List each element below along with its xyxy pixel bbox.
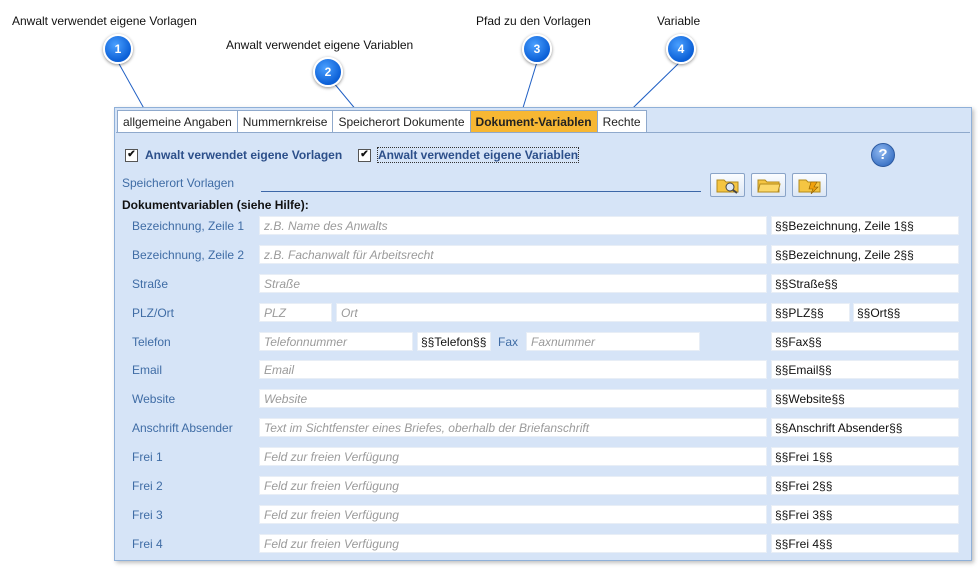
email-input[interactable]: Email [259, 360, 767, 379]
own-variables-label: Anwalt verwendet eigene Variablen [376, 147, 580, 163]
frei1-variable: §§Frei 1§§ [771, 447, 959, 466]
plzort-label: PLZ/Ort [132, 306, 175, 320]
folder-search-icon [716, 179, 738, 194]
tab-speicherort-dokumente[interactable]: Speicherort Dokumente [332, 110, 471, 133]
telefon-input[interactable]: Telefonnummer [259, 332, 413, 351]
tab-rechte[interactable]: Rechte [596, 110, 647, 133]
telefon-label: Telefon [132, 335, 171, 349]
fax-input[interactable]: Faxnummer [526, 332, 700, 351]
help-icon[interactable]: ? [871, 143, 895, 167]
own-variables-checkbox[interactable]: ✔ Anwalt verwendet eigene Variablen [358, 147, 580, 163]
tab-dokument-variablen[interactable]: Dokument-Variablen [469, 110, 598, 133]
frei4-input[interactable]: Feld zur freien Verfügung [259, 534, 767, 553]
new-folder-button[interactable] [792, 173, 827, 197]
template-path-label: Speicherort Vorlagen [122, 176, 235, 190]
callout-badge-1: 1 [103, 34, 133, 64]
open-folder-button[interactable] [751, 173, 786, 197]
callout-label-1: Anwalt verwendet eigene Vorlagen [12, 14, 197, 28]
fax-label: Fax [498, 335, 519, 349]
bez1-input[interactable]: z.B. Name des Anwalts [259, 216, 767, 235]
own-templates-label: Anwalt verwendet eigene Vorlagen [145, 148, 343, 162]
browse-folder-button[interactable] [710, 173, 745, 197]
bez2-label: Bezeichnung, Zeile 2 [132, 248, 245, 262]
callout-badge-2: 2 [313, 57, 343, 87]
ort-variable: §§Ort§§ [853, 303, 959, 322]
frei1-label: Frei 1 [132, 450, 163, 464]
anschrift-variable: §§Anschrift Absender§§ [771, 418, 959, 437]
strasse-input[interactable]: Straße [259, 274, 767, 293]
callout-label-4: Variable [657, 14, 701, 28]
plz-variable: §§PLZ§§ [771, 303, 850, 322]
folder-new-icon [798, 179, 820, 194]
own-templates-checkbox[interactable]: ✔ Anwalt verwendet eigene Vorlagen [125, 148, 342, 162]
telefon-variable: §§Telefon§§ [417, 332, 491, 351]
strasse-variable: §§Straße§§ [771, 274, 959, 293]
anschrift-input[interactable]: Text im Sichtfenster eines Briefes, ober… [259, 418, 767, 437]
email-variable: §§Email§§ [771, 360, 959, 379]
folder-open-icon [756, 179, 781, 193]
frei4-variable: §§Frei 4§§ [771, 534, 959, 553]
callout-label-2: Anwalt verwendet eigene Variablen [226, 38, 414, 52]
bez1-label: Bezeichnung, Zeile 1 [132, 219, 245, 233]
callout-badge-3: 3 [522, 34, 552, 64]
frei2-variable: §§Frei 2§§ [771, 476, 959, 495]
strasse-label: Straße [132, 277, 169, 291]
template-path-input[interactable] [261, 176, 701, 192]
bez1-variable: §§Bezeichnung, Zeile 1§§ [771, 216, 959, 235]
frei3-variable: §§Frei 3§§ [771, 505, 959, 524]
callout-badge-4: 4 [666, 34, 696, 64]
email-label: Email [132, 363, 163, 377]
fax-variable: §§Fax§§ [771, 332, 959, 351]
ort-input[interactable]: Ort [336, 303, 767, 322]
website-label: Website [132, 392, 176, 406]
section-title: Dokumentvariablen (siehe Hilfe): [122, 198, 309, 212]
anschrift-label: Anschrift Absender [132, 421, 233, 435]
website-input[interactable]: Website [259, 389, 767, 408]
tab-content: ✔ Anwalt verwendet eigene Vorlagen ✔ Anw… [116, 132, 970, 559]
frei1-input[interactable]: Feld zur freien Verfügung [259, 447, 767, 466]
settings-panel: allgemeine Angaben Nummernkreise Speiche… [114, 107, 972, 561]
frei3-input[interactable]: Feld zur freien Verfügung [259, 505, 767, 524]
callout-label-3: Pfad zu den Vorlagen [476, 14, 591, 28]
tab-nummernkreise[interactable]: Nummernkreise [236, 110, 334, 133]
checkbox-checked-icon: ✔ [358, 148, 371, 162]
frei4-label: Frei 4 [132, 537, 163, 551]
checkbox-checked-icon: ✔ [125, 148, 138, 162]
frei2-input[interactable]: Feld zur freien Verfügung [259, 476, 767, 495]
tab-bar: allgemeine Angaben Nummernkreise Speiche… [117, 110, 647, 134]
frei2-label: Frei 2 [132, 479, 163, 493]
plz-input[interactable]: PLZ [259, 303, 332, 322]
website-variable: §§Website§§ [771, 389, 959, 408]
tab-allgemeine-angaben[interactable]: allgemeine Angaben [117, 110, 238, 133]
bez2-variable: §§Bezeichnung, Zeile 2§§ [771, 245, 959, 264]
bez2-input[interactable]: z.B. Fachanwalt für Arbeitsrecht [259, 245, 767, 264]
frei3-label: Frei 3 [132, 508, 163, 522]
